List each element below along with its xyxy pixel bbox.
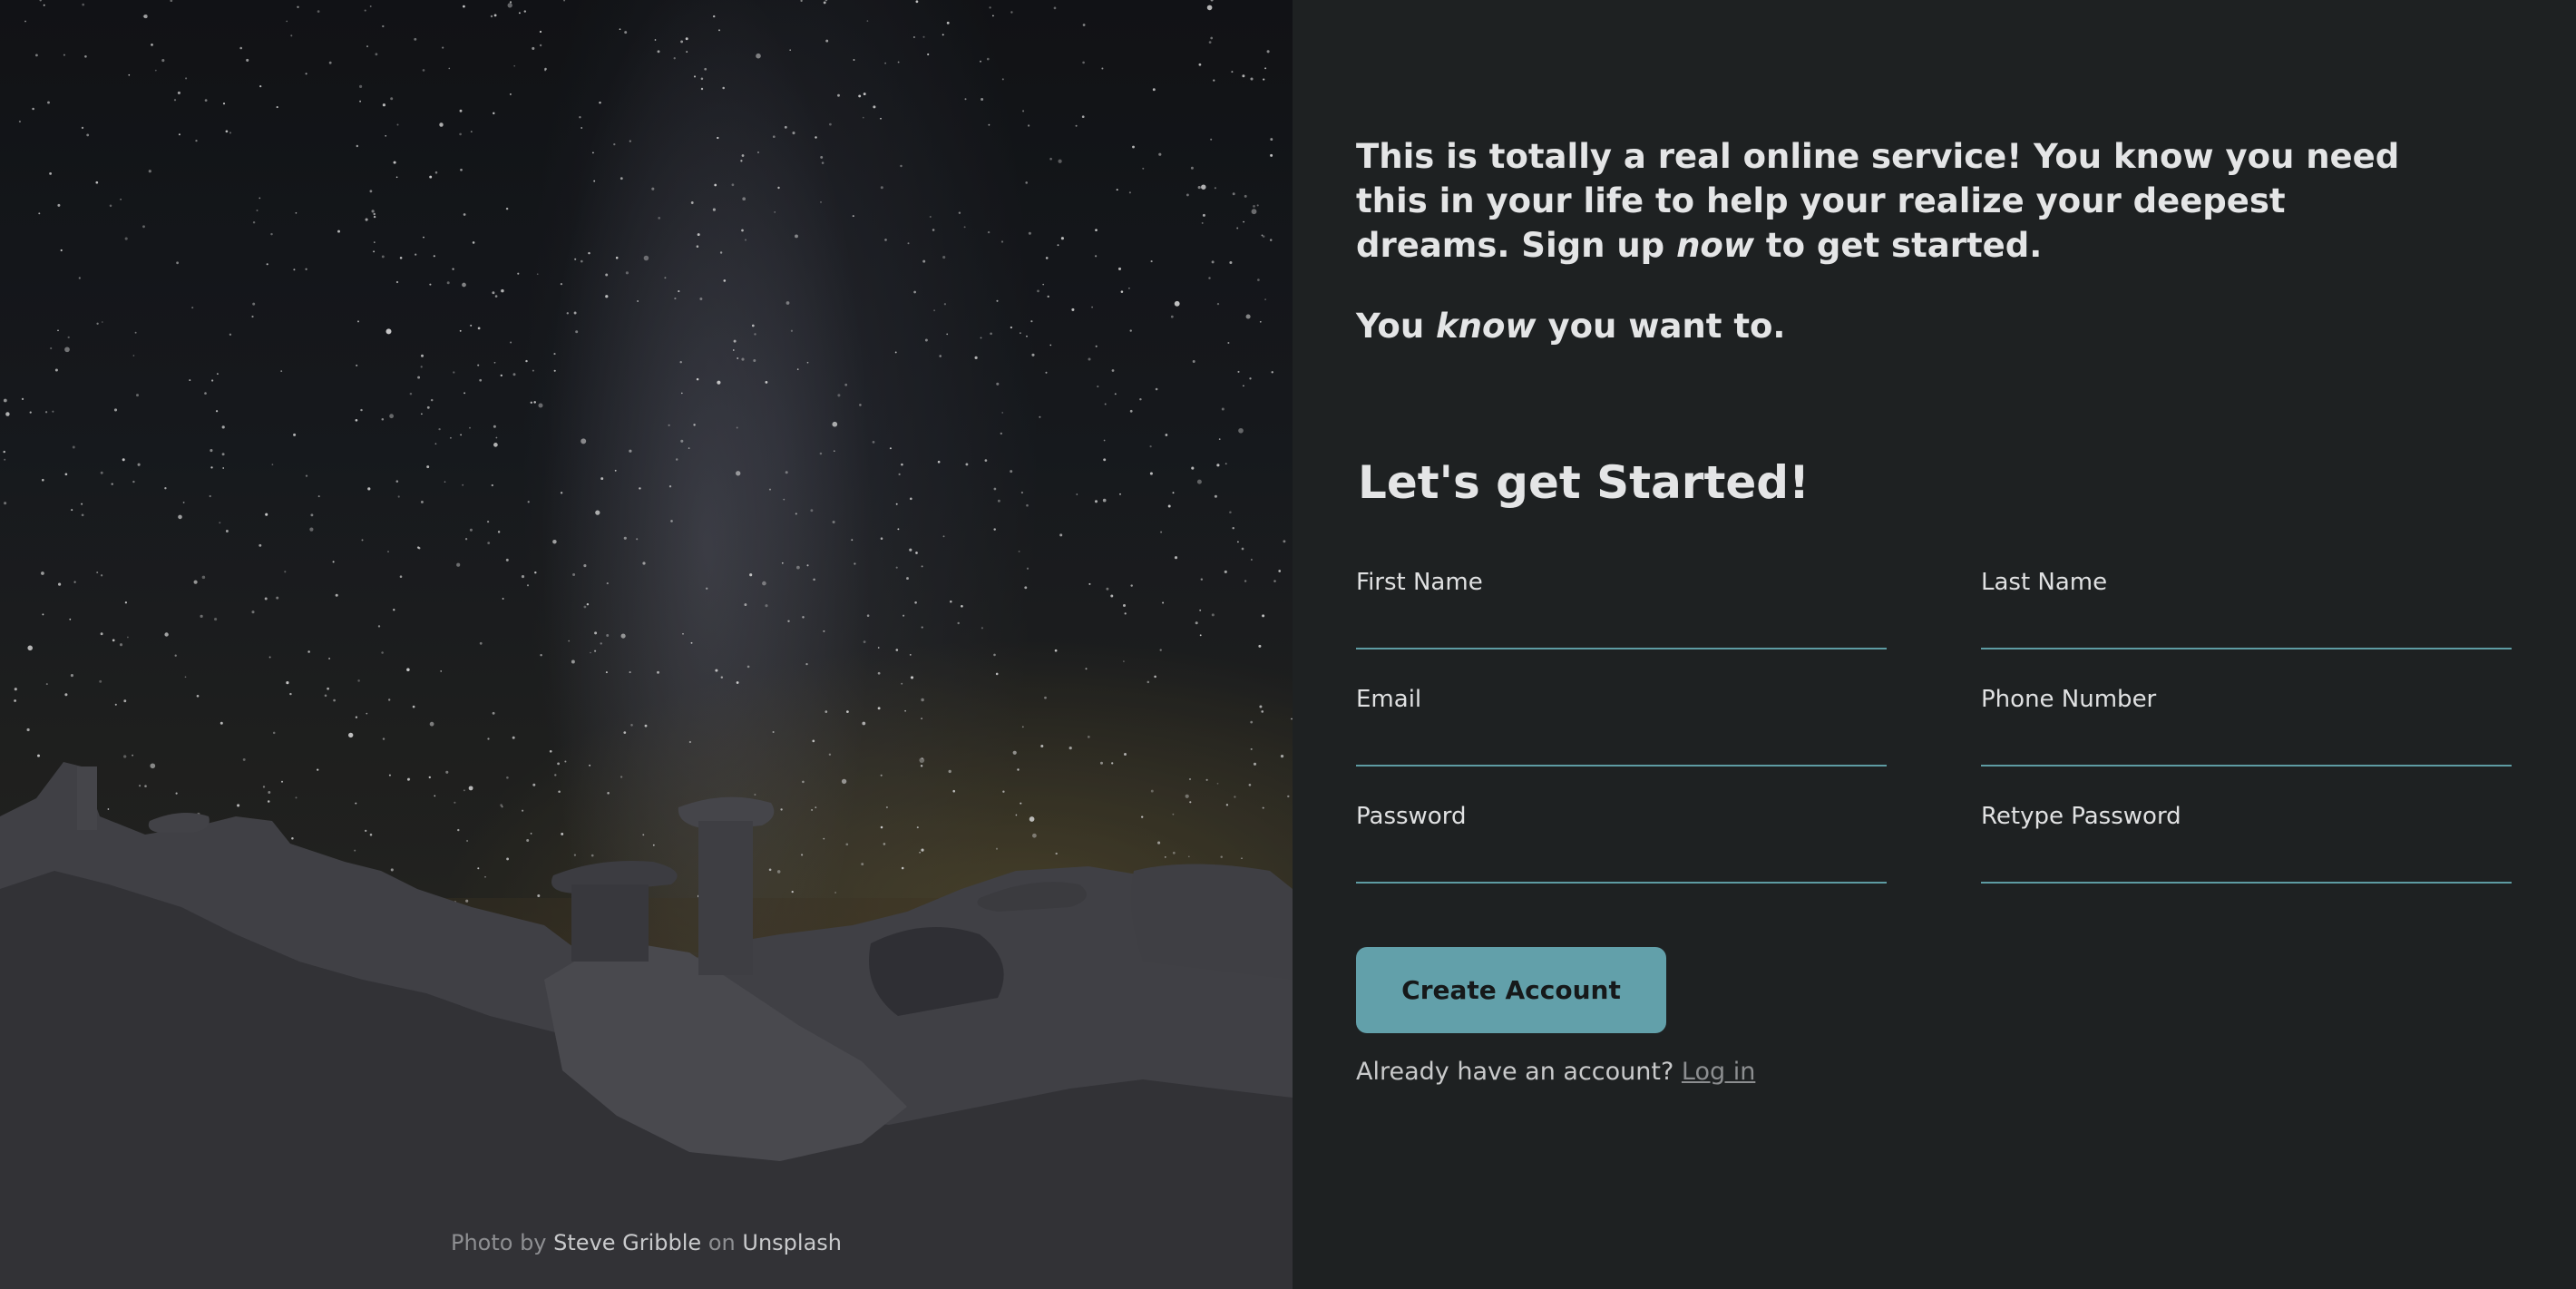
create-account-button[interactable]: Create Account (1356, 947, 1666, 1033)
last-name-input[interactable] (1981, 610, 2512, 649)
photo-credit-middle: on (707, 1230, 736, 1255)
email-label: Email (1356, 686, 1422, 713)
intro-secondary-paragraph: You know you want to. (1356, 304, 2444, 348)
login-prompt-text: Already have an account? (1356, 1058, 1674, 1086)
password-field-group: Password (1356, 802, 1887, 884)
last-name-field-group: Last Name (1981, 568, 2512, 649)
phone-label: Phone Number (1981, 686, 2157, 713)
intro-emphasis: now (1676, 226, 1755, 265)
photo-source-link[interactable]: Unsplash (742, 1230, 842, 1255)
last-name-label: Last Name (1981, 569, 2108, 596)
photo-credit: Photo by Steve Gribble on Unsplash (0, 1230, 1293, 1255)
photo-author-link[interactable]: Steve Gribble (553, 1230, 701, 1255)
email-field-group: Email (1356, 685, 1887, 767)
photo-credit-prefix: Photo by (450, 1230, 547, 1255)
intro-secondary-part2: you want to. (1547, 307, 1786, 346)
intro-secondary-emphasis: know (1436, 307, 1537, 346)
form-title: Let's get Started! (1358, 456, 1810, 509)
signup-page: Photo by Steve Gribble on Unsplash This … (0, 0, 2576, 1289)
first-name-field-group: First Name (1356, 568, 1887, 649)
login-link[interactable]: Log in (1682, 1058, 1755, 1086)
password-input[interactable] (1356, 844, 1887, 884)
retype-password-input[interactable] (1981, 844, 2512, 884)
retype-password-label: Retype Password (1981, 803, 2181, 830)
password-label: Password (1356, 803, 1467, 830)
retype-password-field-group: Retype Password (1981, 802, 2512, 884)
phone-field-group: Phone Number (1981, 685, 2512, 767)
intro-text-part2: to get started. (1765, 226, 2043, 265)
intro-text: This is totally a real online service! Y… (1356, 134, 2444, 348)
background-photo: Photo by Steve Gribble on Unsplash (0, 0, 1293, 1289)
night-sky-landscape-illustration (0, 0, 1293, 1289)
email-input[interactable] (1356, 727, 1887, 767)
intro-paragraph: This is totally a real online service! Y… (1356, 134, 2444, 268)
phone-input[interactable] (1981, 727, 2512, 767)
signup-panel: This is totally a real online service! Y… (1293, 0, 2576, 1289)
first-name-label: First Name (1356, 569, 1483, 596)
intro-secondary-part1: You (1356, 307, 1425, 346)
login-prompt-line: Already have an account? Log in (1356, 1058, 1755, 1086)
first-name-input[interactable] (1356, 610, 1887, 649)
